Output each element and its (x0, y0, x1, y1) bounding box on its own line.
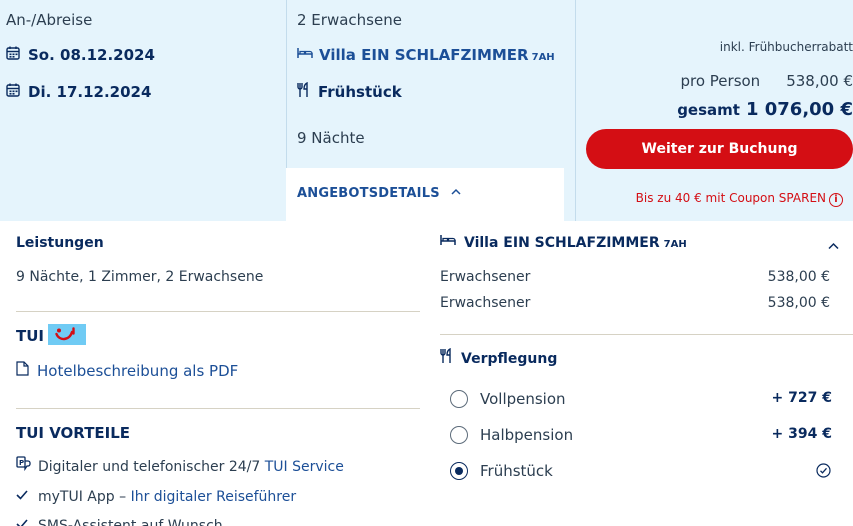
total-label: gesamt (677, 101, 740, 119)
calendar-icon (6, 46, 20, 64)
arrival-date: So. 08.12.2024 (6, 46, 155, 64)
meal-option-price: + 727 € (771, 390, 832, 406)
cutlery-icon (297, 81, 310, 101)
per-person-price: pro Person 538,00 € (680, 72, 853, 90)
meal-option-label: Frühstück (480, 462, 553, 480)
meal-option-price: + 394 € (771, 426, 832, 442)
document-icon (16, 360, 29, 380)
departure-date: Di. 17.12.2024 (6, 83, 151, 101)
column-divider (575, 0, 576, 221)
price-line-label: Erwachsener (440, 295, 531, 311)
divider (16, 311, 420, 312)
early-booking-note: inkl. Frühbucherrabatt (719, 40, 853, 54)
meals-title: Verpflegung (440, 347, 558, 367)
cutlery-icon (440, 347, 453, 367)
price-line-value: 538,00 € (767, 269, 830, 285)
board-type: Frühstück (297, 81, 402, 101)
meal-option-label: Halbpension (480, 426, 574, 444)
hotel-pdf-label: Hotelbeschreibung als PDF (37, 362, 239, 380)
price-line: Erwachsener 538,00 € (440, 295, 830, 311)
room-code: 7AH (531, 52, 555, 63)
svg-text:P: P (19, 459, 24, 467)
continue-booking-button[interactable]: Weiter zur Buchung (586, 129, 853, 169)
divider (440, 334, 853, 335)
services-title: Leistungen (16, 235, 104, 251)
room-panel-code: 7AH (663, 239, 687, 250)
offer-details-toggle[interactable]: ANGEBOTSDETAILS (297, 186, 461, 201)
info-icon[interactable]: i (829, 193, 843, 207)
chevron-up-icon (828, 235, 839, 254)
support-icon: P (16, 456, 32, 475)
room-title: Villa EIN SCHLAFZIMMER 7AH (297, 46, 555, 64)
hotel-pdf-link[interactable]: Hotelbeschreibung als PDF (16, 360, 239, 380)
benefit-item: myTUI App – Ihr digitaler Reiseführer (16, 489, 296, 505)
total-value: 1 076,00 € (745, 99, 853, 120)
nights-count: 9 Nächte (297, 129, 365, 147)
dates-label: An-/Abreise (6, 11, 93, 29)
arrival-date-text: So. 08.12.2024 (28, 46, 155, 64)
radio-button-selected[interactable] (450, 462, 468, 480)
room-name: Villa EIN SCHLAFZIMMER (319, 46, 529, 64)
bed-icon (297, 45, 313, 63)
price-line-value: 538,00 € (767, 295, 830, 311)
departure-date-text: Di. 17.12.2024 (28, 83, 152, 101)
room-panel-name: Villa EIN SCHLAFZIMMER (464, 235, 660, 251)
check-icon (16, 517, 28, 526)
coupon-text: Bis zu 40 € mit Coupon SPAREN (635, 191, 826, 205)
per-person-label: pro Person (680, 72, 761, 90)
benefit-text: SMS-Assistent auf Wunsch (38, 518, 223, 526)
tui-logo (48, 324, 86, 345)
meals-title-text: Verpflegung (461, 351, 558, 367)
offer-details-label: ANGEBOTSDETAILS (297, 186, 440, 201)
check-icon (16, 488, 28, 504)
benefit-item: P Digitaler und telefonischer 24/7 TUI S… (16, 456, 344, 475)
radio-button[interactable] (450, 390, 468, 408)
total-price: gesamt 1 076,00 € (677, 99, 853, 120)
benefit-item: SMS-Assistent auf Wunsch (16, 518, 223, 526)
collapse-room-button[interactable] (828, 234, 839, 254)
board-type-text: Frühstück (318, 83, 402, 101)
coupon-promo[interactable]: Bis zu 40 € mit Coupon SPAREN i (636, 191, 843, 207)
price-line-label: Erwachsener (440, 269, 531, 285)
tui-title: TUI (16, 327, 44, 345)
divider (16, 408, 420, 409)
guests-count: 2 Erwachsene (297, 11, 402, 29)
benefit-text: myTUI App – (38, 489, 131, 505)
bed-icon (440, 234, 456, 250)
room-panel-title: Villa EIN SCHLAFZIMMER 7AH (440, 234, 687, 251)
benefits-title: TUI VORTEILE (16, 424, 131, 442)
travel-guide-link[interactable]: Ihr digitaler Reiseführer (131, 489, 297, 505)
meal-option-label: Vollpension (480, 390, 566, 408)
radio-button[interactable] (450, 426, 468, 444)
calendar-icon (6, 83, 20, 101)
selected-check-icon (816, 463, 831, 482)
price-line: Erwachsener 538,00 € (440, 269, 830, 285)
per-person-value: 538,00 € (786, 72, 853, 90)
services-text: 9 Nächte, 1 Zimmer, 2 Erwachsene (16, 269, 264, 285)
tui-service-link[interactable]: TUI Service (265, 459, 344, 475)
benefit-text: Digitaler und telefonischer 24/7 (38, 459, 265, 475)
chevron-up-icon (450, 184, 461, 199)
